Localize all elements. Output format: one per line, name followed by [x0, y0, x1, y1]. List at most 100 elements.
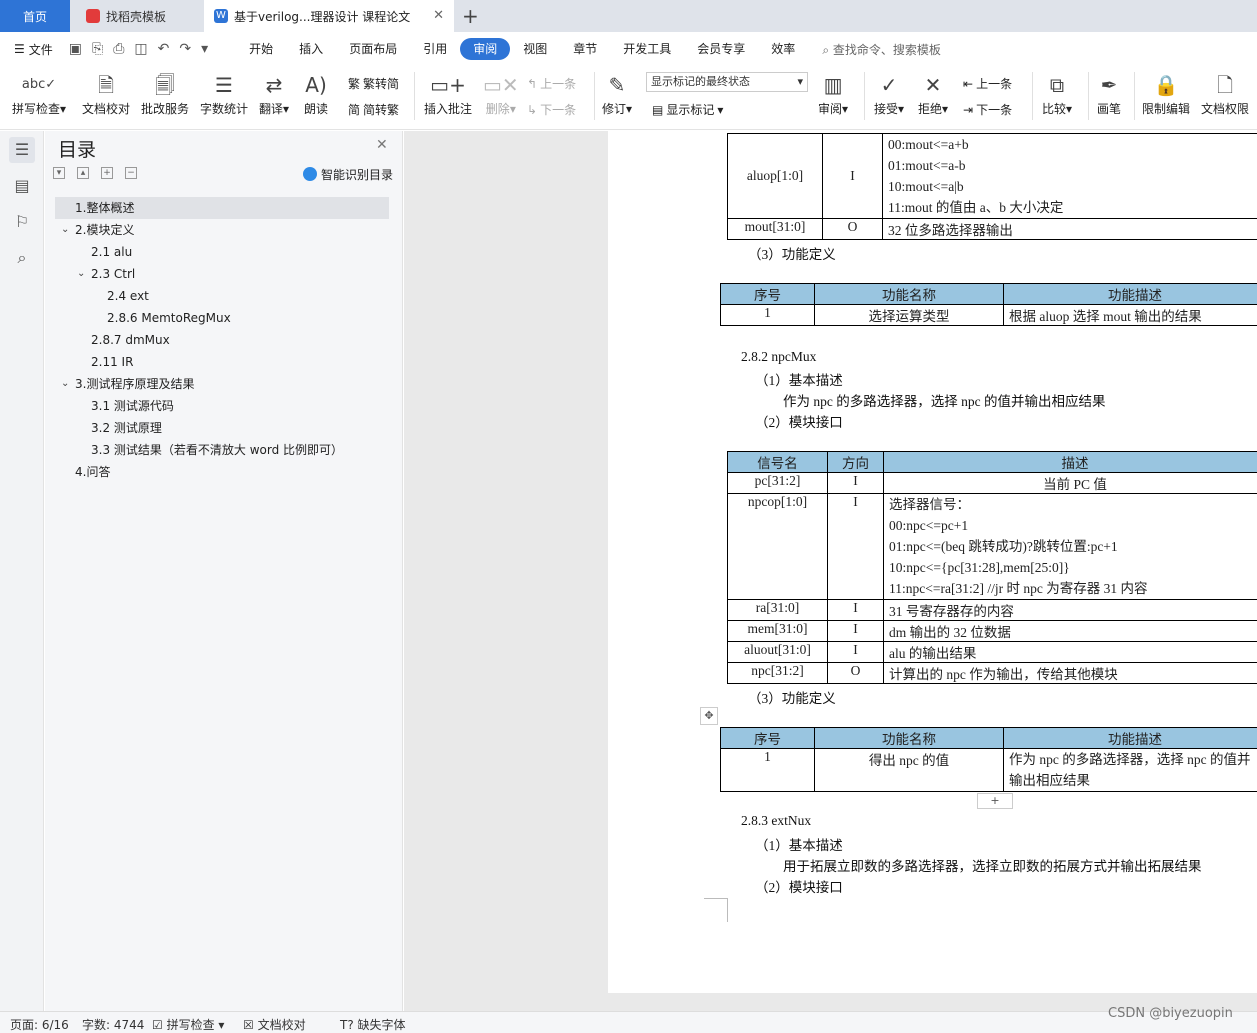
spell-check-status[interactable]: ☑ 拼写检查 ▾ — [152, 1016, 224, 1033]
tab-member[interactable]: 会员专享 — [684, 38, 758, 60]
toc-item[interactable]: 2.11 IR — [55, 351, 389, 373]
toc-item[interactable]: 4.问答 — [55, 461, 389, 483]
doc-proof-button[interactable]: 🗎 文档校对 — [82, 70, 130, 117]
new-tab-icon[interactable]: + — [462, 4, 479, 28]
tab-docer-templates[interactable]: 找稻壳模板 — [76, 0, 200, 32]
toc-item[interactable]: 3.3 测试结果（若看不清放大 word 比例即可） — [55, 439, 389, 461]
close-icon[interactable]: ✕ — [433, 8, 444, 23]
ai-icon — [303, 167, 317, 181]
prev-change-icon: ⇤ — [963, 76, 974, 91]
table-add-row-icon[interactable]: + — [977, 793, 1013, 809]
table-row: aluop[1:0] I 00:mout<=a+b 01:mout<=a-b 1… — [727, 133, 1257, 219]
proof-icon: 🗎 — [97, 73, 115, 97]
doc-proof-status[interactable]: ☒ 文档校对 — [243, 1016, 306, 1033]
review-pane-button[interactable]: ▥ 审阅▾ — [818, 70, 848, 117]
word-count-indicator[interactable]: 字数: 4744 — [82, 1016, 144, 1033]
toc-item[interactable]: ⌄ 3.测试程序原理及结果 — [55, 373, 389, 395]
search-icon[interactable]: ⌕ — [9, 245, 35, 271]
section-func-def: （3）功能定义 — [748, 247, 836, 262]
tab-chapter[interactable]: 章节 — [560, 38, 610, 60]
tab-efficiency[interactable]: 效率 — [758, 38, 808, 60]
redo-icon[interactable]: ↷ — [179, 41, 191, 57]
chevron-down-icon[interactable]: ⌄ — [61, 219, 69, 241]
pen-icon: ✒ — [1100, 73, 1118, 97]
toc-item[interactable]: 2.8.6 MemtoRegMux — [55, 307, 389, 329]
tab-developer[interactable]: 开发工具 — [610, 38, 684, 60]
table-move-handle-icon[interactable]: ✥ — [700, 707, 718, 725]
next-comment-button[interactable]: ↳ 下一条 — [527, 101, 576, 118]
tab-review[interactable]: 审阅 — [460, 38, 511, 60]
chevron-down-icon[interactable]: ⌄ — [77, 263, 85, 285]
save-icon[interactable]: ▣ — [69, 41, 82, 57]
chevron-down-icon[interactable]: ⌄ — [61, 373, 69, 395]
undo-icon[interactable]: ↶ — [158, 41, 170, 57]
toc-item[interactable]: 2.8.7 dmMux — [55, 329, 389, 351]
word-count-button[interactable]: ☰ 字数统计 — [200, 70, 248, 117]
doc-permission-button[interactable]: 🗋 文档权限 — [1201, 70, 1249, 117]
show-markup-button[interactable]: ▤ 显示标记 ▾ — [652, 101, 723, 118]
toc-pane: 目录 ✕ ▾ ▴ + − 智能识别目录 1.整体概述 ⌄ 2.模块定义 2.1 alu… — [45, 131, 403, 1011]
print-preview-icon[interactable]: ◫ — [134, 41, 147, 57]
tab-current-document[interactable]: W 基于verilog...理器设计 课程论文 ✕ — [204, 0, 454, 32]
collapse-all-icon[interactable]: ▾ — [53, 167, 65, 179]
tab-view[interactable]: 视图 — [510, 38, 560, 60]
compare-button[interactable]: ⧉ 比较▾ — [1042, 70, 1072, 117]
reject-icon: ✕ — [924, 73, 942, 97]
trad-to-simp-button[interactable]: 繁繁转简 — [348, 75, 399, 92]
toc-item-label: 3.3 测试结果（若看不清放大 word 比例即可） — [91, 443, 344, 457]
tab-page-layout[interactable]: 页面布局 — [336, 38, 410, 60]
toc-item-label: 2.1 alu — [91, 245, 133, 259]
chapter-nav-icon[interactable]: ▤ — [9, 173, 35, 199]
prev-change-button[interactable]: ⇤ 上一条 — [963, 75, 1012, 92]
prev-comment-button[interactable]: ↰ 上一条 — [527, 75, 576, 92]
toc-item[interactable]: 2.4 ext — [55, 285, 389, 307]
markup-state-select[interactable]: 显示标记的最终状态 ▾ — [646, 72, 808, 92]
file-menu[interactable]: ☰ 文件 — [14, 41, 53, 58]
toc-item[interactable]: 1.整体概述 — [55, 197, 389, 219]
track-changes-button[interactable]: ✎ 修订▾ — [602, 70, 632, 117]
toc-item[interactable]: ⌄ 2.3 Ctrl — [55, 263, 389, 285]
tab-insert[interactable]: 插入 — [286, 38, 336, 60]
spell-check-button[interactable]: abc✓ 拼写检查▾ — [12, 70, 66, 117]
read-aloud-button[interactable]: A) 朗读 — [304, 70, 328, 117]
export-icon[interactable]: ⎘ — [92, 41, 103, 57]
markup-icon: ▤ — [652, 102, 664, 117]
toc-item-label: 4.问答 — [75, 465, 111, 479]
toc-item[interactable]: 3.1 测试源代码 — [55, 395, 389, 417]
toc-item-label: 2.8.6 MemtoRegMux — [107, 311, 231, 325]
next-change-button[interactable]: ⇥ 下一条 — [963, 101, 1012, 118]
toc-item-label: 3.测试程序原理及结果 — [75, 377, 195, 391]
remove-heading-icon[interactable]: − — [125, 167, 137, 179]
reject-button[interactable]: ✕ 拒绝▾ — [918, 70, 948, 117]
toc-item[interactable]: 2.1 alu — [55, 241, 389, 263]
restrict-edit-button[interactable]: 🔒 限制编辑 — [1142, 70, 1190, 117]
toc-item-label: 2.模块定义 — [75, 223, 135, 237]
review-ribbon: abc✓ 拼写检查▾ 🗎 文档校对 🗐 批改服务 ☰ 字数统计 ⇄ 翻译▾ A)… — [0, 66, 1257, 130]
translate-icon: ⇄ — [265, 73, 283, 97]
tab-home[interactable]: 首页 — [0, 0, 70, 32]
pen-button[interactable]: ✒ 画笔 — [1097, 70, 1121, 117]
chevron-down-icon[interactable]: ▾ — [201, 41, 208, 57]
page-indicator[interactable]: 页面: 6/16 — [10, 1016, 69, 1033]
simp-to-trad-button[interactable]: 简简转繁 — [348, 101, 399, 118]
accept-button[interactable]: ✓ 接受▾ — [874, 70, 904, 117]
toc-icon[interactable]: ☰ — [9, 137, 35, 163]
toc-item[interactable]: 3.2 测试原理 — [55, 417, 389, 439]
command-search[interactable]: ⌕ 查找命令、搜索模板 — [822, 41, 941, 58]
delete-comment-button[interactable]: ▭✕ 删除▾ — [483, 70, 519, 117]
tab-start[interactable]: 开始 — [236, 38, 286, 60]
tab-references[interactable]: 引用 — [410, 38, 460, 60]
smart-identify-toc-button[interactable]: 智能识别目录 — [303, 166, 393, 183]
ribbon-divider — [864, 72, 865, 120]
print-icon[interactable]: ⎙ — [113, 41, 124, 57]
expand-level-icon[interactable]: ▴ — [77, 167, 89, 179]
review-pane-icon: ▥ — [823, 73, 843, 97]
translate-button[interactable]: ⇄ 翻译▾ — [259, 70, 289, 117]
add-heading-icon[interactable]: + — [101, 167, 113, 179]
missing-font-status[interactable]: T? 缺失字体 — [340, 1016, 406, 1033]
insert-comment-button[interactable]: ▭+ 插入批注 — [424, 70, 472, 117]
review-service-button[interactable]: 🗐 批改服务 — [141, 70, 189, 117]
toc-item[interactable]: ⌄ 2.模块定义 — [55, 219, 389, 241]
bookmark-icon[interactable]: ⚐ — [9, 209, 35, 235]
close-icon[interactable]: ✕ — [376, 137, 388, 153]
